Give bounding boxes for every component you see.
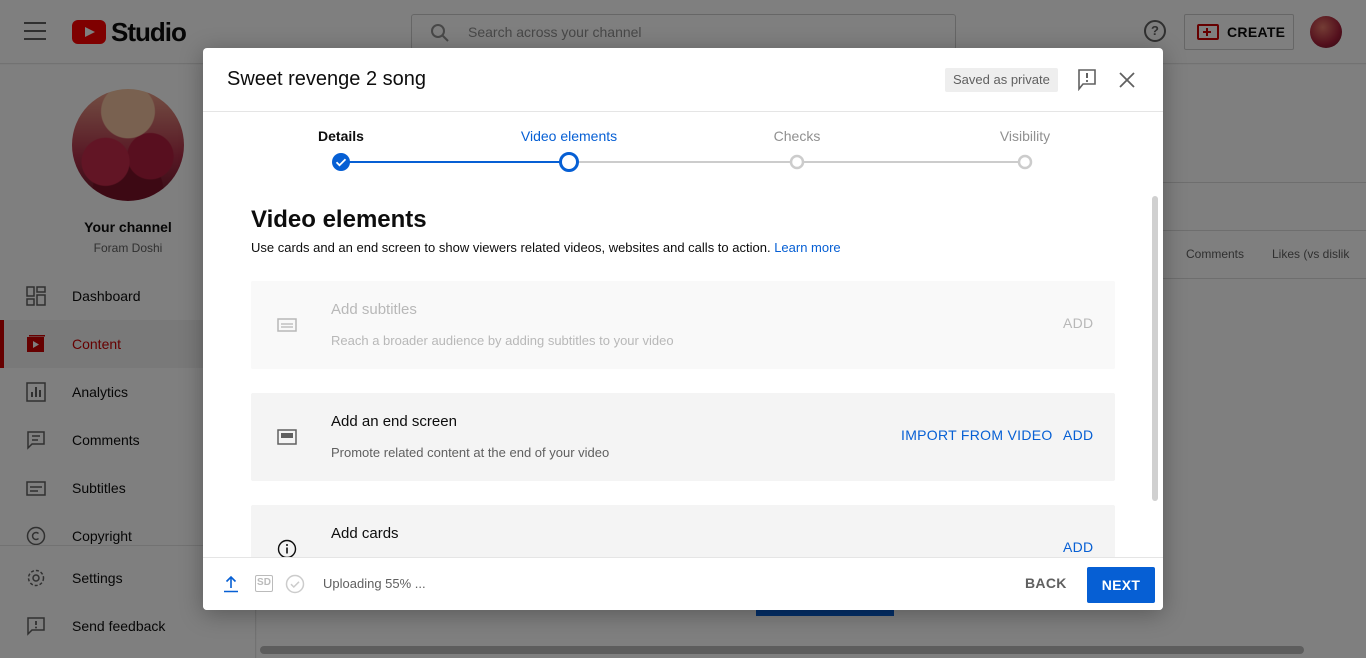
dialog-footer: SD Uploading 55% ... BACK NEXT xyxy=(203,557,1163,610)
next-button[interactable]: NEXT xyxy=(1087,567,1155,603)
card-title: Add cards xyxy=(331,525,399,542)
step-pending-icon[interactable] xyxy=(1017,154,1033,170)
card-description: Reach a broader audience by adding subti… xyxy=(331,333,674,348)
step-done-check-icon[interactable] xyxy=(331,152,351,172)
step-details[interactable]: Details xyxy=(318,128,364,144)
upload-icon[interactable] xyxy=(223,575,239,593)
saved-status-badge: Saved as private xyxy=(945,68,1058,92)
step-connector xyxy=(341,161,569,163)
add-cards-button[interactable]: ADD xyxy=(1063,539,1093,555)
back-button[interactable]: BACK xyxy=(1025,575,1067,591)
step-pending-icon[interactable] xyxy=(789,154,805,170)
learn-more-link[interactable]: Learn more xyxy=(774,240,840,255)
step-video-elements[interactable]: Video elements xyxy=(521,128,617,144)
add-subtitles-button[interactable]: ADD xyxy=(1063,315,1093,331)
report-issue-icon[interactable] xyxy=(1077,69,1097,91)
card-title: Add an end screen xyxy=(331,413,457,430)
card-description: Promote related content at the end of yo… xyxy=(331,445,610,460)
upload-dialog: Sweet revenge 2 song Saved as private De… xyxy=(203,48,1163,610)
section-description-text: Use cards and an end screen to show view… xyxy=(251,240,771,255)
subtitles-icon xyxy=(277,318,297,332)
import-from-video-button[interactable]: IMPORT FROM VIDEO xyxy=(901,427,1053,443)
checks-status-icon[interactable] xyxy=(285,574,305,594)
sd-quality-icon[interactable]: SD xyxy=(255,575,273,592)
dialog-scroll-area[interactable]: Video elements Use cards and an end scre… xyxy=(203,192,1163,557)
dialog-title: Sweet revenge 2 song xyxy=(227,68,427,90)
info-icon xyxy=(277,539,297,557)
add-end-screen-card: Add an end screen Promote related conten… xyxy=(251,393,1115,481)
upload-stepper: Details Video elements Checks Visibility xyxy=(203,112,1151,192)
add-end-screen-button[interactable]: ADD xyxy=(1063,427,1093,443)
dialog-scrollbar[interactable] xyxy=(1152,196,1158,501)
close-icon[interactable] xyxy=(1117,70,1137,90)
end-screen-icon xyxy=(277,429,297,445)
add-subtitles-card: Add subtitles Reach a broader audience b… xyxy=(251,281,1115,369)
upload-status-text: Uploading 55% ... xyxy=(323,576,426,591)
card-title: Add subtitles xyxy=(331,301,417,318)
section-description: Use cards and an end screen to show view… xyxy=(251,240,841,255)
dialog-header: Sweet revenge 2 song Saved as private xyxy=(203,48,1163,112)
step-current-icon[interactable] xyxy=(558,151,580,173)
step-checks[interactable]: Checks xyxy=(774,128,821,144)
add-cards-card: Add cards ADD xyxy=(251,505,1115,557)
step-visibility[interactable]: Visibility xyxy=(1000,128,1050,144)
section-title: Video elements xyxy=(251,206,427,233)
